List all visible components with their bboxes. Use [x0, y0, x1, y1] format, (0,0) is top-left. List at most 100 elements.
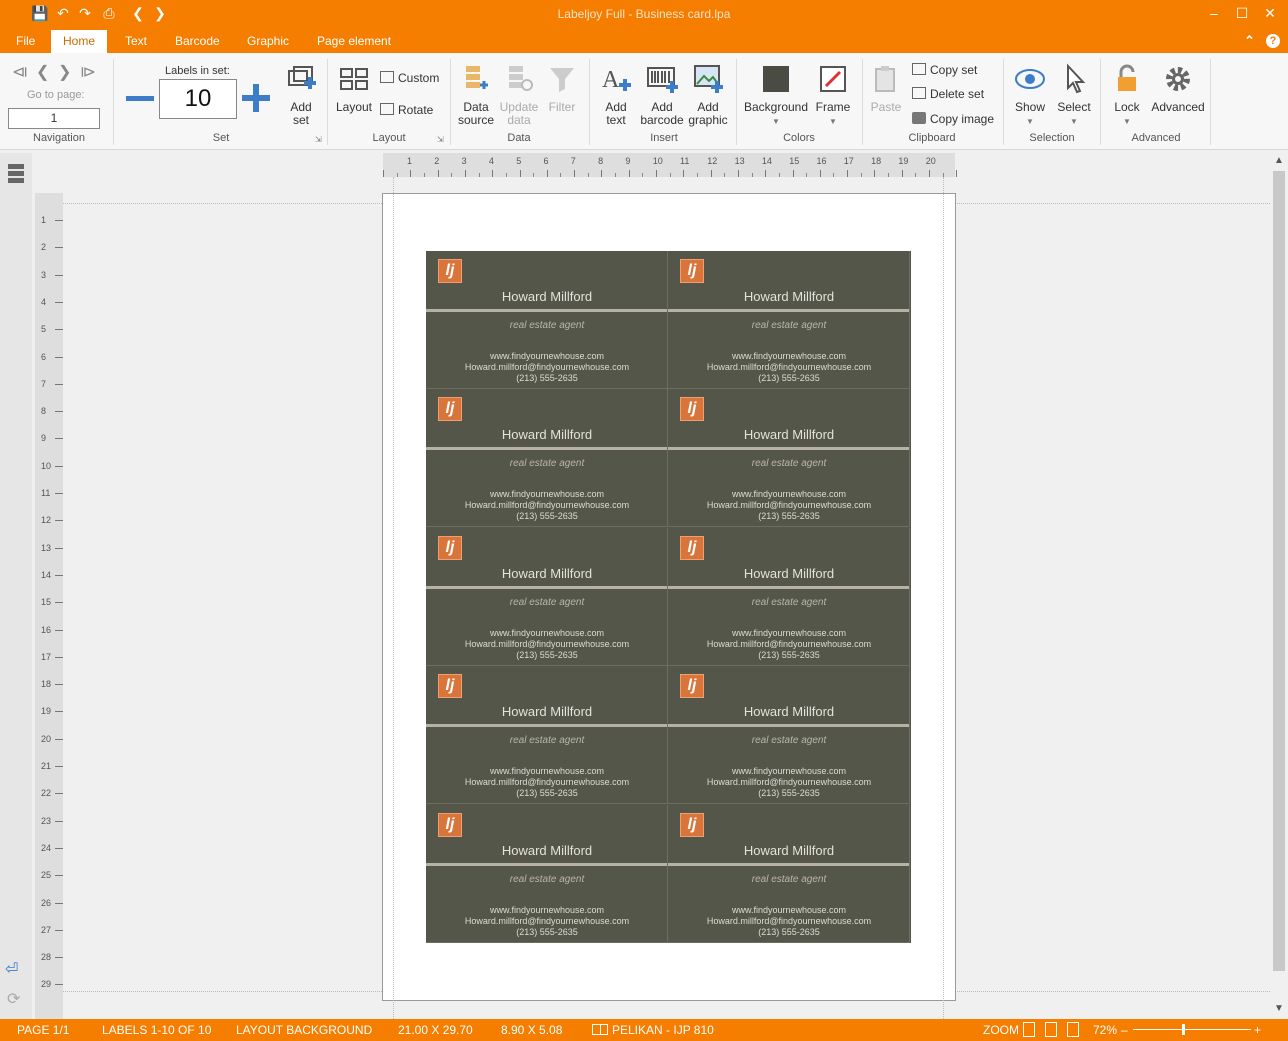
update-data-button[interactable]: Update data — [498, 63, 540, 127]
status-zoom-value: 72% — [1093, 1023, 1118, 1037]
labels-in-set-input[interactable]: 10 — [159, 79, 237, 119]
business-card-label[interactable]: lj Howard Millford real estate agent www.fi… — [668, 251, 910, 389]
minimize-button[interactable]: – — [1200, 5, 1228, 21]
vertical-scrollbar[interactable]: ▲ ▼ — [1270, 153, 1288, 1019]
increase-labels-button[interactable] — [242, 84, 270, 112]
status-zoom-label: ZOOM — [983, 1023, 1019, 1037]
colors-group-label: Colors — [783, 132, 815, 144]
copy-set-icon — [912, 63, 926, 75]
business-card-label[interactable]: lj Howard Millford real estate agent www.fi… — [426, 666, 668, 805]
maximize-button[interactable]: ☐ — [1228, 5, 1256, 22]
vruler-label: 28 — [35, 952, 63, 967]
card-divider — [668, 309, 909, 312]
add-graphic-icon — [694, 65, 723, 93]
eye-icon — [1015, 69, 1045, 89]
layout-launcher-icon[interactable]: ⇲ — [437, 135, 444, 144]
card-email: Howard.millford@findyournewhouse.com — [706, 777, 872, 788]
business-card-label[interactable]: lj Howard Millford real estate agent www.fi… — [668, 389, 910, 528]
zoom-page-icon[interactable] — [1023, 1022, 1035, 1037]
card-contact: www.findyournewhouse.com Howard.millford@… — [426, 905, 667, 938]
select-button[interactable]: Select ▼ — [1054, 63, 1094, 128]
delete-set-button[interactable]: Delete set — [912, 85, 984, 103]
plugin-icon[interactable]: ⏎ — [5, 959, 18, 979]
refresh-icon[interactable]: ⟳ — [7, 989, 20, 1009]
help-icon[interactable]: ? — [1266, 34, 1280, 48]
custom-button[interactable]: Custom — [380, 69, 439, 87]
card-role: real estate agent — [751, 735, 827, 747]
background-button[interactable]: Background ▼ — [742, 63, 810, 128]
card-role: real estate agent — [509, 596, 585, 608]
vruler-label: 2 — [35, 242, 63, 257]
ribbon-home: ⧏ ❮ ❯ ⧐ Go to page: 1 Navigation Labels … — [0, 53, 1288, 150]
tab-page-element[interactable]: Page element — [305, 30, 403, 53]
card-phone: (213) 555-2635 — [516, 788, 578, 799]
business-card-label[interactable]: lj Howard Millford real estate agent www.fi… — [426, 804, 668, 943]
add-graphic-button[interactable]: Add graphic — [686, 63, 730, 127]
copy-image-button[interactable]: Copy image — [912, 110, 994, 128]
hruler-label: 7 — [570, 156, 576, 166]
tab-home[interactable]: Home — [51, 30, 108, 53]
decrease-labels-button[interactable] — [126, 96, 154, 101]
design-workspace[interactable]: ⏎ ⟳ 1 2 3 4 5 6 7 8 9 10 11 12 13 14 15 16 17 18 19 20 1234… — [0, 153, 1270, 1019]
add-set-icon — [288, 66, 316, 89]
set-launcher-icon[interactable]: ⇲ — [315, 135, 322, 144]
zoom-width-icon[interactable] — [1045, 1022, 1057, 1037]
card-website: www.findyournewhouse.com — [731, 489, 847, 500]
last-page-icon[interactable]: ⧐ — [80, 62, 96, 82]
filter-button[interactable]: Filter — [542, 63, 582, 114]
zoom-slider[interactable] — [1133, 1029, 1251, 1030]
scroll-thumb[interactable] — [1273, 171, 1285, 971]
advanced-button[interactable]: Advanced — [1150, 63, 1206, 114]
business-card-label[interactable]: lj Howard Millford real estate agent www.fi… — [426, 389, 668, 528]
hruler-label: 17 — [843, 156, 854, 166]
lock-button[interactable]: Lock ▼ — [1108, 63, 1146, 128]
tab-file[interactable]: File — [4, 30, 47, 53]
zoom-slider-thumb[interactable] — [1182, 1024, 1185, 1035]
card-role: real estate agent — [751, 873, 827, 885]
copy-set-button[interactable]: Copy set — [912, 61, 977, 79]
previous-page-icon[interactable]: ❮ — [36, 62, 49, 82]
scroll-down-icon[interactable]: ▼ — [1274, 1003, 1284, 1014]
business-card-label[interactable]: lj Howard Millford real estate agent www.fi… — [426, 527, 668, 666]
zoom-in-button[interactable]: + — [1254, 1023, 1261, 1037]
add-set-button[interactable]: Add set — [282, 63, 320, 127]
hruler-label: 14 — [761, 156, 772, 166]
status-layout[interactable]: LAYOUT BACKGROUND — [236, 1023, 372, 1037]
scroll-up-icon[interactable]: ▲ — [1274, 155, 1284, 166]
vruler-label: 7 — [35, 379, 63, 394]
layout-button[interactable]: Layout — [333, 63, 375, 114]
business-card-label[interactable]: lj Howard Millford real estate agent www.fi… — [668, 666, 910, 805]
rotate-button[interactable]: Rotate — [380, 101, 433, 119]
next-page-icon[interactable]: ❯ — [58, 62, 71, 82]
first-page-icon[interactable]: ⧏ — [12, 62, 28, 82]
tab-graphic[interactable]: Graphic — [235, 30, 301, 53]
add-barcode-button[interactable]: Add barcode — [640, 63, 684, 127]
card-role: real estate agent — [509, 735, 585, 747]
layout-group-label: Layout — [372, 132, 406, 144]
lock-icon — [1118, 64, 1136, 91]
business-card-label[interactable]: lj Howard Millford real estate agent www.fi… — [668, 527, 910, 666]
add-text-button[interactable]: A Add text — [596, 63, 636, 127]
zoom-out-button[interactable]: – — [1121, 1023, 1128, 1037]
tab-barcode[interactable]: Barcode — [163, 30, 232, 53]
collapse-ribbon-icon[interactable]: ⌃ — [1244, 33, 1255, 49]
camera-icon — [912, 112, 926, 124]
navigation-group-label: Navigation — [33, 132, 85, 144]
frame-button[interactable]: Frame ▼ — [814, 63, 852, 128]
zoom-fit-icon[interactable] — [1067, 1022, 1079, 1037]
status-sheet[interactable]: PELIKAN - IJP 810 — [612, 1023, 714, 1037]
card-contact: www.findyournewhouse.com Howard.millford@… — [426, 489, 667, 522]
paste-button[interactable]: Paste — [868, 63, 904, 114]
layers-icon[interactable] — [8, 164, 24, 184]
data-source-button[interactable]: Data source — [456, 63, 496, 127]
card-email: Howard.millford@findyournewhouse.com — [464, 362, 630, 372]
business-card-label[interactable]: lj Howard Millford real estate agent www.fi… — [668, 804, 910, 943]
card-divider — [668, 447, 909, 451]
close-button[interactable]: ✕ — [1256, 5, 1284, 22]
set-group-label: Set — [212, 132, 230, 144]
goto-page-input[interactable]: 1 — [8, 108, 100, 129]
show-button[interactable]: Show ▼ — [1010, 63, 1050, 128]
vruler-label: 13 — [35, 543, 63, 558]
tab-text[interactable]: Text — [113, 30, 159, 53]
business-card-label[interactable]: lj Howard Millford real estate agent www.fi… — [426, 251, 668, 389]
